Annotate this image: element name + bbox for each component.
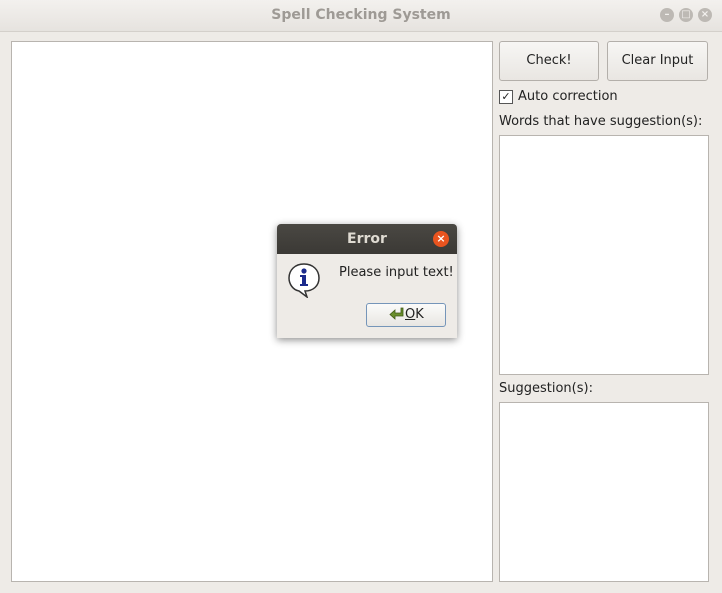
modal-overlay: Error × Please input text! OK (0, 0, 722, 593)
info-icon (288, 263, 320, 298)
ok-label: OK (405, 307, 424, 322)
dialog-close-icon[interactable]: × (433, 231, 449, 247)
ok-mnemonic: O (405, 307, 416, 322)
error-dialog: Error × Please input text! OK (277, 224, 457, 338)
ok-label-rest: K (415, 307, 424, 322)
dialog-title: Error (347, 231, 387, 247)
dialog-message: Please input text! (339, 265, 454, 280)
return-arrow-icon (389, 307, 404, 320)
dialog-titlebar[interactable]: Error × (277, 224, 457, 254)
ok-button[interactable]: OK (366, 303, 446, 327)
